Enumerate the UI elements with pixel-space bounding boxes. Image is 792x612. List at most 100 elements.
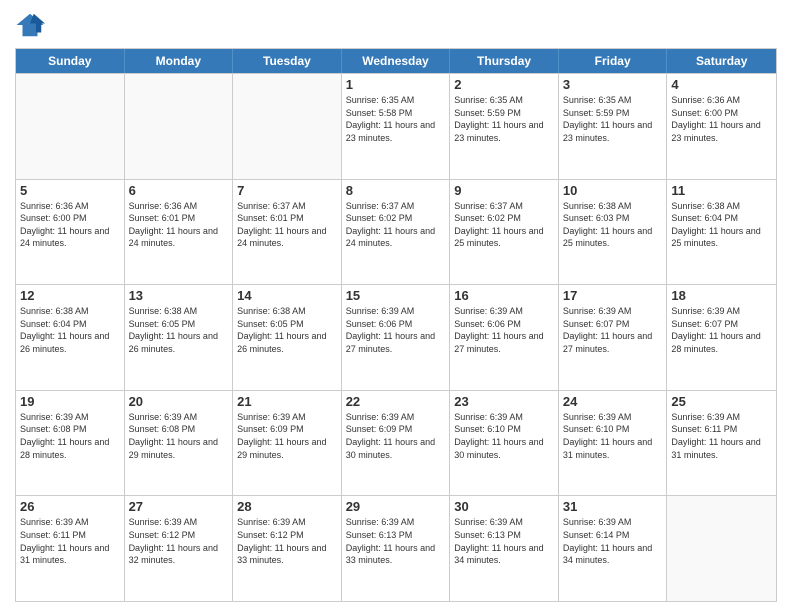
day-info: Sunrise: 6:39 AMSunset: 6:11 PMDaylight:… (20, 516, 120, 566)
day-cell-12: 12Sunrise: 6:38 AMSunset: 6:04 PMDayligh… (16, 285, 125, 390)
day-number: 5 (20, 183, 120, 198)
day-number: 6 (129, 183, 229, 198)
header-day-wednesday: Wednesday (342, 49, 451, 73)
day-cell-22: 22Sunrise: 6:39 AMSunset: 6:09 PMDayligh… (342, 391, 451, 496)
empty-cell (667, 496, 776, 601)
day-cell-19: 19 Sunrise: 6:39 AMSunset: 6:08 PMDayligh… (16, 391, 125, 496)
day-number: 18 (671, 288, 772, 303)
calendar-body: 1 Sunrise: 6:35 AMSunset: 5:58 PMDaylight… (16, 73, 776, 601)
day-cell-23: 23 Sunrise: 6:39 AMSunset: 6:10 PMDayligh… (450, 391, 559, 496)
day-cell-10: 10 Sunrise: 6:38 AMSunset: 6:03 PMDayligh… (559, 180, 668, 285)
day-info: Sunrise: 6:39 AMSunset: 6:14 PMDaylight:… (563, 516, 663, 566)
day-info: Sunrise: 6:35 AMSunset: 5:59 PMDaylight:… (563, 94, 663, 144)
header-day-saturday: Saturday (667, 49, 776, 73)
header-day-thursday: Thursday (450, 49, 559, 73)
day-info: Sunrise: 6:39 AMSunset: 6:09 PMDaylight:… (237, 411, 337, 461)
day-info: Sunrise: 6:39 AMSunset: 6:06 PMDaylight:… (454, 305, 554, 355)
day-cell-26: 26 Sunrise: 6:39 AMSunset: 6:11 PMDayligh… (16, 496, 125, 601)
day-number: 10 (563, 183, 663, 198)
day-number: 29 (346, 499, 446, 514)
day-cell-24: 24 Sunrise: 6:39 AMSunset: 6:10 PMDayligh… (559, 391, 668, 496)
day-number: 20 (129, 394, 229, 409)
week-row-2: 5 Sunrise: 6:36 AMSunset: 6:00 PMDaylight… (16, 179, 776, 285)
day-info: Sunrise: 6:36 AMSunset: 6:00 PMDaylight:… (20, 200, 120, 250)
day-cell-6: 6 Sunrise: 6:36 AMSunset: 6:01 PMDaylight… (125, 180, 234, 285)
day-cell-8: 8 Sunrise: 6:37 AMSunset: 6:02 PMDaylight… (342, 180, 451, 285)
day-number: 19 (20, 394, 120, 409)
day-info: Sunrise: 6:39 AMSunset: 6:08 PMDaylight:… (20, 411, 120, 461)
week-row-3: 12Sunrise: 6:38 AMSunset: 6:04 PMDayligh… (16, 284, 776, 390)
day-info: Sunrise: 6:39 AMSunset: 6:07 PMDaylight:… (563, 305, 663, 355)
day-info: Sunrise: 6:38 AMSunset: 6:04 PMDaylight:… (671, 200, 772, 250)
empty-cell (233, 74, 342, 179)
day-number: 12 (20, 288, 120, 303)
week-row-4: 19 Sunrise: 6:39 AMSunset: 6:08 PMDayligh… (16, 390, 776, 496)
week-row-5: 26 Sunrise: 6:39 AMSunset: 6:11 PMDayligh… (16, 495, 776, 601)
day-number: 3 (563, 77, 663, 92)
day-info: Sunrise: 6:39 AMSunset: 6:12 PMDaylight:… (129, 516, 229, 566)
day-number: 4 (671, 77, 772, 92)
day-info: Sunrise: 6:36 AMSunset: 6:01 PMDaylight:… (129, 200, 229, 250)
day-number: 24 (563, 394, 663, 409)
day-number: 11 (671, 183, 772, 198)
day-info: Sunrise: 6:39 AMSunset: 6:08 PMDaylight:… (129, 411, 229, 461)
day-cell-4: 4 Sunrise: 6:36 AMSunset: 6:00 PMDaylight… (667, 74, 776, 179)
day-cell-31: 31 Sunrise: 6:39 AMSunset: 6:14 PMDayligh… (559, 496, 668, 601)
day-info: Sunrise: 6:38 AMSunset: 6:05 PMDaylight:… (237, 305, 337, 355)
day-info: Sunrise: 6:39 AMSunset: 6:06 PMDaylight:… (346, 305, 446, 355)
day-number: 28 (237, 499, 337, 514)
day-cell-2: 2 Sunrise: 6:35 AMSunset: 5:59 PMDaylight… (450, 74, 559, 179)
header-day-tuesday: Tuesday (233, 49, 342, 73)
day-cell-13: 13Sunrise: 6:38 AMSunset: 6:05 PMDayligh… (125, 285, 234, 390)
day-cell-30: 30Sunrise: 6:39 AMSunset: 6:13 PMDayligh… (450, 496, 559, 601)
calendar: SundayMondayTuesdayWednesdayThursdayFrid… (15, 48, 777, 602)
logo (15, 10, 47, 40)
day-number: 8 (346, 183, 446, 198)
logo-icon (15, 10, 45, 40)
day-number: 27 (129, 499, 229, 514)
day-number: 23 (454, 394, 554, 409)
day-number: 26 (20, 499, 120, 514)
day-info: Sunrise: 6:37 AMSunset: 6:01 PMDaylight:… (237, 200, 337, 250)
header-day-monday: Monday (125, 49, 234, 73)
header-day-sunday: Sunday (16, 49, 125, 73)
day-info: Sunrise: 6:37 AMSunset: 6:02 PMDaylight:… (346, 200, 446, 250)
day-info: Sunrise: 6:35 AMSunset: 5:59 PMDaylight:… (454, 94, 554, 144)
day-info: Sunrise: 6:39 AMSunset: 6:10 PMDaylight:… (454, 411, 554, 461)
day-number: 1 (346, 77, 446, 92)
header (15, 10, 777, 40)
week-row-1: 1 Sunrise: 6:35 AMSunset: 5:58 PMDaylight… (16, 73, 776, 179)
day-cell-29: 29 Sunrise: 6:39 AMSunset: 6:13 PMDayligh… (342, 496, 451, 601)
empty-cell (16, 74, 125, 179)
day-number: 17 (563, 288, 663, 303)
day-number: 2 (454, 77, 554, 92)
day-info: Sunrise: 6:38 AMSunset: 6:03 PMDaylight:… (563, 200, 663, 250)
day-cell-27: 27 Sunrise: 6:39 AMSunset: 6:12 PMDayligh… (125, 496, 234, 601)
day-info: Sunrise: 6:39 AMSunset: 6:10 PMDaylight:… (563, 411, 663, 461)
day-number: 14 (237, 288, 337, 303)
day-info: Sunrise: 6:39 AMSunset: 6:09 PMDaylight:… (346, 411, 446, 461)
day-info: Sunrise: 6:36 AMSunset: 6:00 PMDaylight:… (671, 94, 772, 144)
header-day-friday: Friday (559, 49, 668, 73)
day-number: 7 (237, 183, 337, 198)
day-info: Sunrise: 6:35 AMSunset: 5:58 PMDaylight:… (346, 94, 446, 144)
day-cell-15: 15 Sunrise: 6:39 AMSunset: 6:06 PMDayligh… (342, 285, 451, 390)
day-cell-9: 9 Sunrise: 6:37 AMSunset: 6:02 PMDaylight… (450, 180, 559, 285)
day-info: Sunrise: 6:39 AMSunset: 6:13 PMDaylight:… (346, 516, 446, 566)
empty-cell (125, 74, 234, 179)
day-cell-7: 7 Sunrise: 6:37 AMSunset: 6:01 PMDaylight… (233, 180, 342, 285)
day-number: 9 (454, 183, 554, 198)
day-cell-21: 21Sunrise: 6:39 AMSunset: 6:09 PMDayligh… (233, 391, 342, 496)
day-cell-14: 14 Sunrise: 6:38 AMSunset: 6:05 PMDayligh… (233, 285, 342, 390)
calendar-header: SundayMondayTuesdayWednesdayThursdayFrid… (16, 49, 776, 73)
day-number: 25 (671, 394, 772, 409)
day-info: Sunrise: 6:39 AMSunset: 6:13 PMDaylight:… (454, 516, 554, 566)
day-info: Sunrise: 6:39 AMSunset: 6:12 PMDaylight:… (237, 516, 337, 566)
day-cell-20: 20 Sunrise: 6:39 AMSunset: 6:08 PMDayligh… (125, 391, 234, 496)
page: SundayMondayTuesdayWednesdayThursdayFrid… (0, 0, 792, 612)
day-info: Sunrise: 6:39 AMSunset: 6:11 PMDaylight:… (671, 411, 772, 461)
day-info: Sunrise: 6:37 AMSunset: 6:02 PMDaylight:… (454, 200, 554, 250)
day-cell-17: 17 Sunrise: 6:39 AMSunset: 6:07 PMDayligh… (559, 285, 668, 390)
day-number: 15 (346, 288, 446, 303)
day-number: 31 (563, 499, 663, 514)
